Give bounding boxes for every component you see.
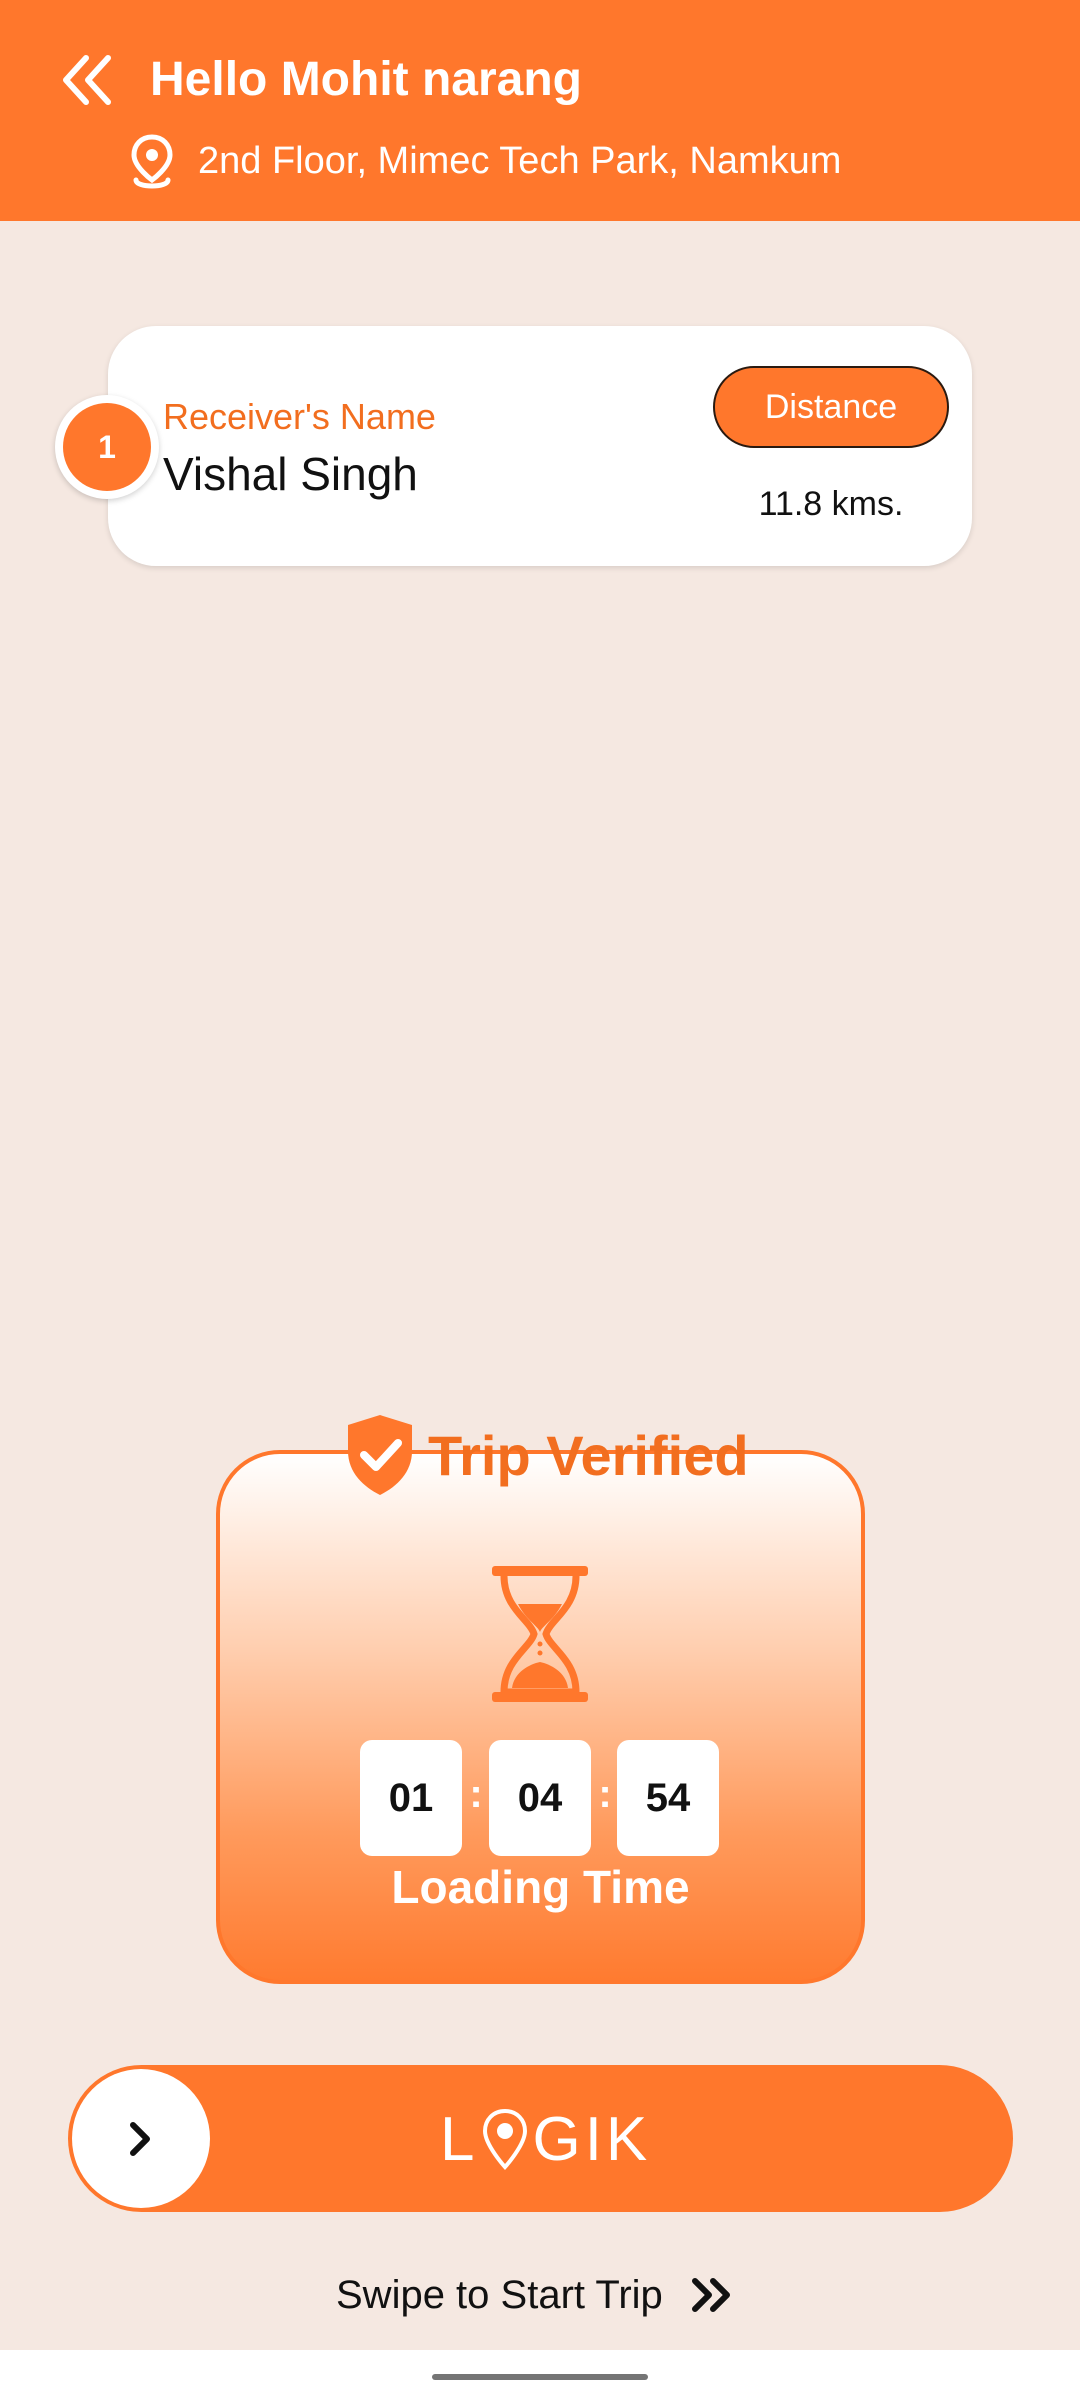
home-indicator[interactable]: [432, 2374, 648, 2380]
timer-minutes: 04: [489, 1740, 591, 1856]
back-button[interactable]: [58, 52, 118, 108]
loading-time-label: Loading Time: [391, 1861, 690, 1913]
swipe-hint: Swipe to Start Trip: [336, 2268, 735, 2322]
swipe-handle[interactable]: [72, 2069, 210, 2208]
greeting-title: Hello Mohit narang: [150, 53, 582, 106]
logo-text-right: GIK: [532, 2104, 652, 2174]
timer-separator: :: [598, 1772, 612, 1816]
distance-value: 11.8 kms.: [758, 485, 904, 523]
double-chevron-right-icon: [691, 2278, 730, 2312]
trip-verified-title: Trip Verified: [428, 1423, 749, 1487]
logo-pin-icon: [483, 2108, 528, 2170]
pickup-address: 2nd Floor, Mimec Tech Park, Namkum: [198, 140, 842, 182]
shield-check-icon: [348, 1415, 412, 1495]
stop-number-badge: 1: [55, 395, 159, 499]
timer-seconds: 54: [617, 1740, 719, 1856]
receiver-label: Receiver's Name: [163, 396, 436, 437]
trip-verified-heading: Trip Verified: [344, 1410, 749, 1500]
map-pin-icon: [131, 134, 173, 189]
stop-number: 1: [63, 403, 151, 491]
receiver-name: Vishal Singh: [163, 448, 418, 500]
hourglass-icon: [492, 1566, 588, 1702]
logo-text-left: L: [440, 2104, 479, 2174]
swipe-hint-text: Swipe to Start Trip: [336, 2272, 663, 2317]
timer-hours: 01: [360, 1740, 462, 1856]
distance-button[interactable]: Distance: [713, 366, 949, 448]
double-chevron-left-icon: [63, 55, 111, 105]
chevron-right-icon: [130, 2121, 150, 2156]
logik-logo: L GIK: [440, 2098, 651, 2180]
timer-separator: :: [469, 1772, 483, 1816]
